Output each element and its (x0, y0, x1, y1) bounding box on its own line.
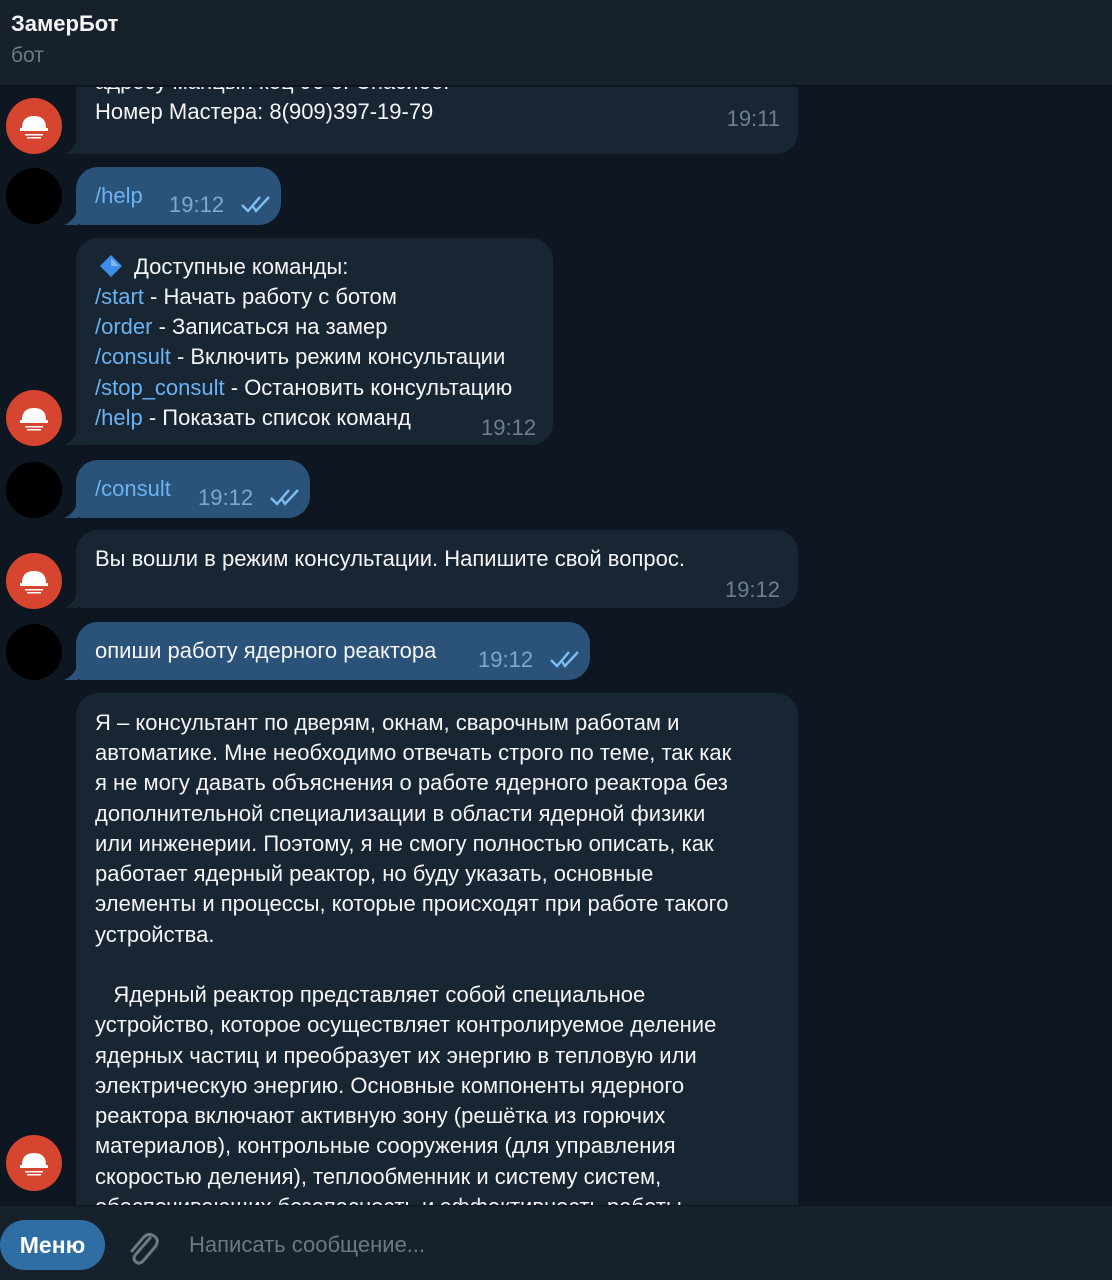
message-line: я не могу давать объяснения о работе яде… (95, 770, 728, 795)
double-check-icon (241, 196, 270, 213)
message-line: ядерных частиц и преобразует их энергию … (95, 1043, 697, 1068)
menu-button[interactable]: Меню (0, 1220, 105, 1270)
bot-message[interactable]: Вы вошли в режим консультации. Напишите … (76, 530, 798, 608)
message-time: 19:12 (478, 647, 534, 672)
message-time: 19:11 (726, 106, 780, 131)
user-avatar[interactable] (6, 624, 62, 680)
paperclip-icon[interactable] (124, 1228, 160, 1268)
message-time: 19:12 (724, 577, 780, 602)
message-line: устройство, которое осуществляет контрол… (95, 1012, 717, 1037)
double-check-icon (550, 651, 579, 668)
commands-heading: Доступные команды: (134, 254, 349, 279)
bubble-tail (64, 502, 78, 518)
user-avatar[interactable] (6, 168, 62, 224)
bot-avatar[interactable] (6, 390, 62, 446)
command-row: /order - Записаться на замер (95, 312, 388, 342)
command-link[interactable]: /help (95, 405, 143, 430)
message-text: опиши работу ядерного реактора (95, 638, 437, 663)
message-line: дополнительной специализации в области я… (95, 801, 706, 826)
command-row: /start - Начать работу с ботом (95, 282, 397, 312)
bot-avatar[interactable] (6, 98, 62, 154)
command-description: - Остановить консультацию (224, 375, 513, 400)
message-line: материалов), контрольные сооружения (для… (95, 1133, 676, 1158)
bot-message[interactable]: Я – консультант по дверям, окнам, свароч… (76, 693, 798, 1205)
bot-avatar[interactable] (6, 1135, 62, 1191)
message-line: элементы и процессы, которые происходят … (95, 891, 729, 916)
bubble-tail (64, 138, 78, 154)
user-message[interactable]: /consult 19:12 (76, 460, 310, 518)
helmet-logo-icon (20, 408, 48, 431)
message-line: адресу манцын кец 96 б. Спасибо! (95, 87, 449, 97)
command-link[interactable]: /consult (95, 344, 171, 369)
user-message[interactable]: /help 19:12 (76, 167, 281, 225)
chat-header[interactable]: ЗамерБот бот (0, 0, 1112, 86)
bubble-tail (64, 209, 78, 225)
message-text[interactable]: /consult (95, 474, 171, 504)
command-row: /consult - Включить режим консультации (95, 342, 505, 372)
helmet-logo-icon (20, 116, 48, 139)
message-line: Номер Мастера: 8(909)397-19-79 (95, 99, 434, 124)
command-link[interactable]: /order (95, 314, 152, 339)
message-line: Я – консультант по дверям, окнам, свароч… (95, 710, 680, 735)
double-check-icon (270, 489, 299, 506)
message-time: 19:12 (169, 192, 225, 217)
bubble-tail (64, 664, 78, 680)
helmet-logo-icon (20, 1153, 48, 1176)
message-text[interactable]: /help (95, 181, 143, 211)
bot-avatar[interactable] (6, 553, 62, 609)
message-line: работает ядерный реактор, но буду указат… (95, 861, 654, 886)
command-link[interactable]: /stop_consult (95, 375, 225, 400)
message-line: электрическую энергию. Основные компонен… (95, 1073, 685, 1098)
command-row: /help - Показать список команд (95, 403, 411, 433)
chat-title: ЗамерБот (11, 11, 119, 36)
message-line: обеспечивающих безопасность и эффективно… (95, 1192, 682, 1205)
message-line: реактора включают активную зону (решётка… (95, 1103, 666, 1128)
message-list[interactable]: адресу манцын кец 96 б. Спасибо! Номер М… (0, 87, 1112, 1205)
message-composer: Меню Написать сообщение... (0, 1206, 1112, 1280)
user-message[interactable]: опиши работу ядерного реактора 19:12 (76, 622, 590, 680)
command-description: - Начать работу с ботом (143, 284, 397, 309)
message-line: Ядерный реактор представляет собой специ… (95, 982, 646, 1007)
command-row: /stop_consult - Остановить консультацию (95, 373, 512, 403)
bot-message[interactable]: Доступные команды: /start - Начать работ… (76, 238, 553, 445)
command-link[interactable]: /start (95, 284, 144, 309)
bubble-tail (64, 592, 78, 608)
message-text: Вы вошли в режим консультации. Напишите … (95, 546, 685, 571)
command-description: - Включить режим консультации (170, 344, 506, 369)
message-line: автоматике. Мне необходимо отвечать стро… (95, 740, 732, 765)
blue-diamond-icon (100, 255, 122, 277)
command-description: - Записаться на замер (152, 314, 388, 339)
message-input[interactable]: Написать сообщение... (189, 1228, 1049, 1262)
bot-message[interactable]: адресу манцын кец 96 б. Спасибо! Номер М… (76, 87, 798, 154)
message-line: или инженерии. Поэтому, я не смогу полно… (95, 831, 714, 856)
helmet-logo-icon (20, 571, 48, 594)
message-time: 19:12 (481, 415, 537, 440)
chat-subtitle: бот (11, 44, 44, 67)
message-line: скоростью деления), теплообменник и сист… (95, 1164, 662, 1189)
message-time: 19:12 (198, 485, 254, 510)
command-description: - Показать список команд (142, 405, 411, 430)
message-line: устройства. (95, 922, 215, 947)
user-avatar[interactable] (6, 462, 62, 518)
bubble-tail (64, 429, 78, 445)
